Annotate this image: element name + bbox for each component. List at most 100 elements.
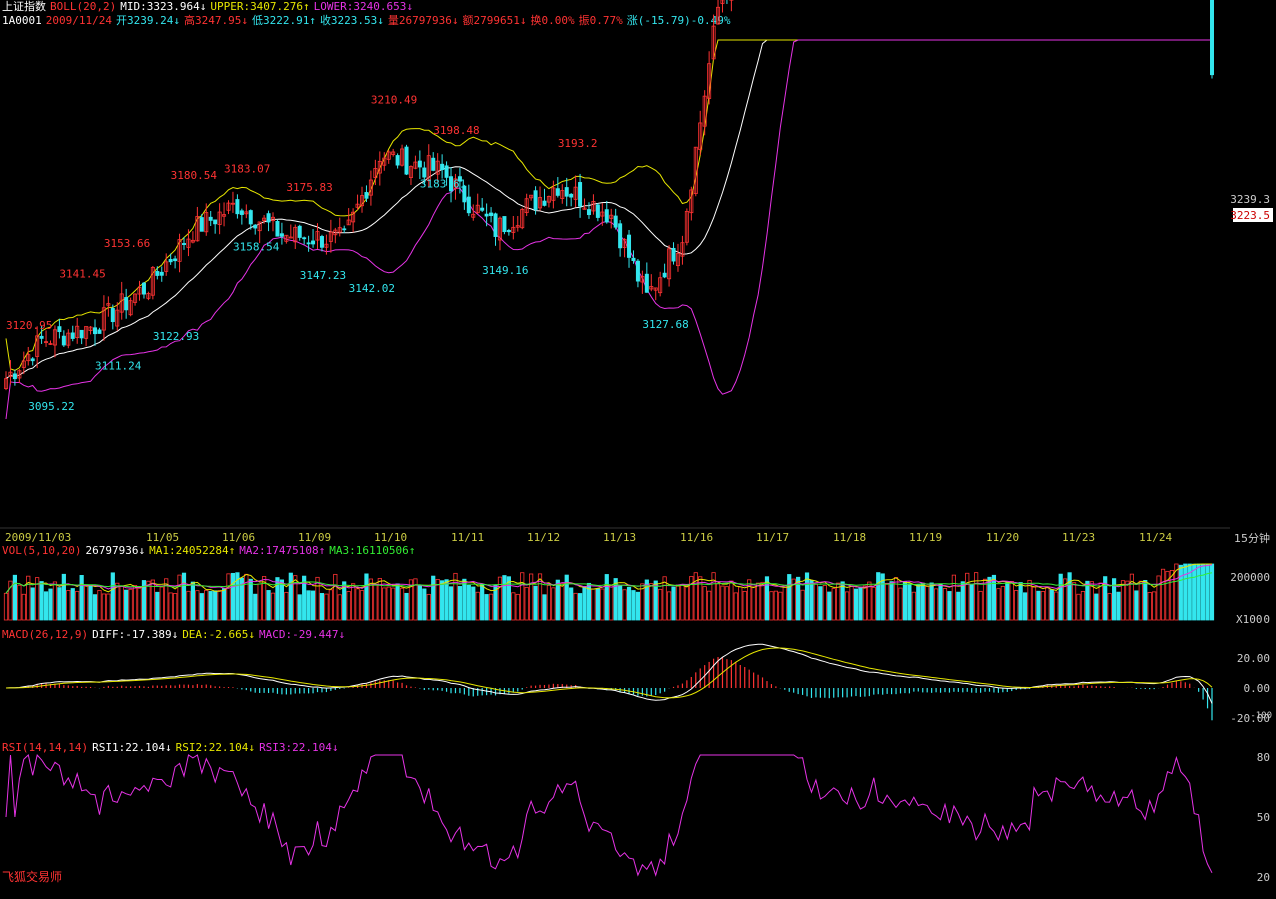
candle-body (586, 209, 591, 216)
candle-body (79, 329, 84, 339)
candle-body (564, 187, 569, 197)
volume-bar (680, 584, 685, 621)
volume-bar (359, 590, 365, 621)
volume-bar (373, 584, 378, 621)
candle-body (93, 327, 98, 335)
candle-body (239, 210, 244, 215)
boll-upper-line (5, 39, 1212, 371)
candle-body (395, 155, 400, 166)
volume-bar (1120, 580, 1126, 621)
volume-bar (956, 591, 961, 621)
volume-bar (270, 592, 276, 621)
candle-body (306, 242, 311, 245)
volume-bar (168, 592, 173, 621)
volume-bar (649, 583, 654, 621)
candle-body (533, 190, 538, 210)
volume-bar (1054, 591, 1059, 621)
date-tick: 11/09 (298, 531, 331, 544)
volume-bar (431, 575, 436, 621)
volume-bar (1156, 575, 1161, 621)
volume-bar (800, 589, 805, 621)
volume-bar (929, 582, 934, 621)
volume-bar (733, 592, 738, 621)
volume-bar (159, 586, 164, 621)
volume-bar (911, 591, 916, 621)
volume-bar (787, 574, 792, 621)
volume-bar (1000, 585, 1005, 621)
volume-bar (110, 572, 115, 621)
volume-bar (524, 586, 529, 621)
candle-body (297, 225, 302, 238)
volume-bar (965, 572, 970, 621)
date-tick: 11/06 (222, 531, 255, 544)
volume-bar (1183, 563, 1188, 621)
date-tick: 11/23 (1062, 531, 1095, 544)
volume-bar (124, 589, 129, 621)
low-label: 3111.24 (95, 360, 142, 373)
volume-bar (488, 593, 494, 621)
volume-bar (635, 591, 641, 621)
volume-bar (404, 592, 409, 621)
volume-bar (284, 591, 289, 621)
candle-body (61, 335, 66, 346)
volume-bar (480, 584, 485, 621)
candle-body (502, 216, 507, 233)
volume-bar (70, 588, 75, 621)
volume-bar (1018, 582, 1023, 621)
candle-body (480, 207, 485, 211)
date-tick: 11/18 (833, 531, 866, 544)
boll-lower-line (5, 39, 1212, 420)
volume-bar (925, 586, 930, 621)
volume-bar (395, 583, 400, 621)
volume-bar (595, 588, 600, 621)
volume-bar (457, 586, 463, 621)
period-label[interactable]: 15分钟 (1234, 530, 1270, 546)
volume-bar (92, 594, 98, 621)
candle-body (141, 282, 146, 295)
volume-bar (898, 587, 903, 621)
volume-bar (755, 582, 761, 621)
candle-body (542, 200, 547, 206)
volume-bar (751, 586, 756, 621)
high-label: 3210.49 (371, 94, 417, 107)
date-tick: 2009/11/03 (5, 531, 71, 544)
volume-bar (1098, 582, 1103, 621)
volume-bar (364, 573, 369, 621)
volume-panel (3, 563, 1215, 621)
macd-panel (5, 643, 1213, 721)
volume-bar (724, 586, 730, 621)
volume-bar (622, 589, 627, 621)
volume-bar (208, 591, 213, 621)
volume-bar (391, 587, 396, 621)
volume-bar (876, 572, 881, 621)
volume-bar (916, 584, 921, 621)
volume-bar (132, 585, 138, 621)
volume-bar (1005, 582, 1010, 621)
high-label: 3120.95 (6, 319, 52, 332)
volume-bar (564, 574, 569, 621)
candle-body (199, 217, 204, 232)
volume-bar (853, 588, 859, 621)
volume-bar (1143, 580, 1148, 621)
candle-body (235, 199, 240, 215)
candle-body (97, 329, 102, 334)
volume-bar (115, 582, 120, 621)
volume-bar (715, 583, 721, 621)
candle-body (364, 192, 369, 199)
volume-bar (907, 583, 912, 621)
macd-diff-line (5, 643, 1213, 704)
candle-body (431, 157, 436, 171)
volume-bar (604, 574, 609, 621)
candle-body (213, 219, 218, 225)
volume-bar (1085, 580, 1090, 621)
volume-bar (1040, 591, 1045, 621)
volume-bar (173, 593, 178, 621)
stock-chart[interactable]: 3120.95 3141.45 3153.66 3180.54 3183.07 3175.… (0, 0, 1276, 899)
volume-bar (560, 583, 565, 621)
date-tick: 11/24 (1139, 531, 1172, 544)
macd-dea-line (5, 647, 1213, 699)
current-price-text: 3223.5 (1230, 209, 1270, 222)
candle-body (1210, 0, 1215, 76)
volume-bar (502, 575, 507, 621)
volume-bar (933, 588, 939, 621)
